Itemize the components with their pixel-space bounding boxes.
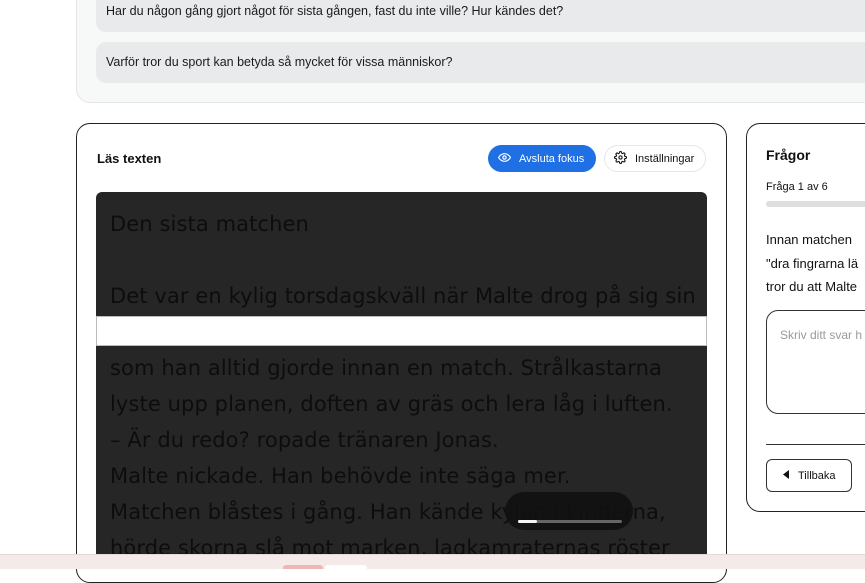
answer-input[interactable]: Skriv ditt svar h <box>766 310 865 414</box>
questions-title: Frågor <box>766 147 811 163</box>
browser-tab[interactable] <box>283 565 323 569</box>
eye-icon <box>497 151 512 167</box>
settings-label: Inställningar <box>635 152 695 165</box>
browser-tab[interactable] <box>325 565 367 569</box>
question-counter: Fråga 1 av 6 <box>766 181 828 193</box>
back-button[interactable]: Tillbaka <box>766 459 852 492</box>
focus-line-highlight <box>96 316 707 346</box>
settings-button[interactable]: Inställningar <box>604 145 706 172</box>
text-line: lyste upp planen, doften av gräs och ler… <box>110 392 673 416</box>
discussion-question[interactable]: Har du någon gång gjort något för sista … <box>96 0 865 32</box>
gear-icon <box>614 150 627 167</box>
text-line: Malte nickade. Han behövde inte säga mer… <box>110 464 571 488</box>
exit-focus-button[interactable]: Avsluta fokus <box>488 145 596 172</box>
question-progress-bar <box>766 201 865 207</box>
back-label: Tillbaka <box>798 469 836 482</box>
text-line-heading: Den sista matchen <box>110 212 309 236</box>
audio-progress-track[interactable] <box>518 520 622 523</box>
text-line: Det var en kylig torsdagskväll när Malte… <box>110 284 696 308</box>
text-line: – Är du redo? ropade tränaren Jonas. <box>110 428 499 452</box>
exit-focus-label: Avsluta fokus <box>519 152 585 165</box>
question-line: tror du att Malte <box>766 279 858 294</box>
divider <box>766 444 865 445</box>
question-text: Innan matchen "dra fingrarna lä tror du … <box>766 228 865 299</box>
audio-progress-fill <box>518 520 537 523</box>
browser-bottom-strip <box>0 554 865 569</box>
discussion-question[interactable]: Varför tror du sport kan betyda så mycke… <box>96 42 865 83</box>
question-line: "dra fingrarna lä <box>766 255 859 271</box>
caret-left-icon <box>783 469 790 482</box>
question-line: Innan matchen <box>766 232 853 247</box>
text-line: som han alltid gjorde innan en match. St… <box>110 356 663 380</box>
audio-mini-player[interactable] <box>505 492 633 530</box>
reading-title: Läs texten <box>97 151 162 166</box>
